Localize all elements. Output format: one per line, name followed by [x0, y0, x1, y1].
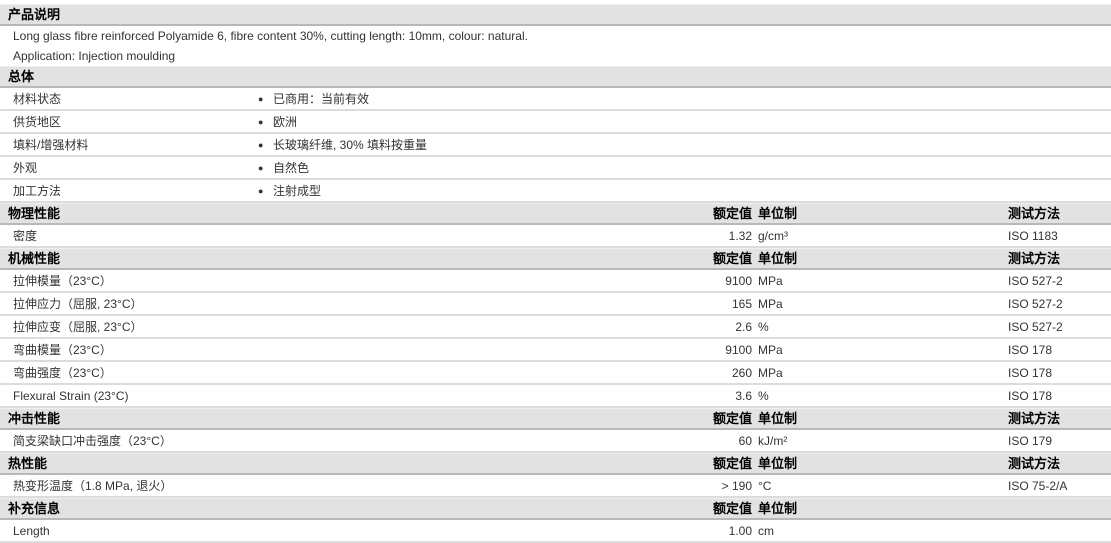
property-row: Flexural Strain (23°C) 3.6% ISO 178: [0, 385, 1111, 408]
property-label: 外观: [13, 161, 38, 175]
property-unit: MPa: [758, 366, 783, 380]
bullet-icon: ●: [258, 186, 264, 196]
property-value: 注射成型: [273, 184, 322, 198]
property-label: 简支梁缺口冲击强度（23°C）: [13, 434, 172, 448]
section-title: 补充信息: [8, 501, 61, 516]
property-unit: kJ/m²: [758, 434, 788, 448]
column-header-method: 测试方法: [1008, 456, 1061, 471]
section-header: 补充信息 额定值 单位制: [0, 498, 1111, 520]
test-method: ISO 527-2: [1008, 297, 1063, 311]
bullet-icon: ●: [258, 94, 264, 104]
property-label: 拉伸应力（屈服, 23°C）: [13, 297, 143, 311]
property-unit: %: [758, 320, 769, 334]
property-row: 拉伸模量（23°C） 9100 MPa ISO 527-2: [0, 270, 1111, 293]
property-value: 60: [738, 434, 752, 448]
section-header: 物理性能 额定值 单位制 测试方法: [0, 203, 1111, 225]
property-label: Flexural Strain (23°C): [13, 389, 129, 403]
description-line: Application: Injection moulding: [13, 49, 176, 63]
property-unit: MPa: [758, 274, 783, 288]
property-label: 填料/增强材料: [13, 138, 89, 152]
property-label: 材料状态: [13, 92, 62, 106]
test-method: ISO 1183: [1008, 229, 1058, 243]
property-label: 密度: [13, 229, 38, 243]
property-unit: g/cm³: [758, 229, 788, 243]
property-row: 弯曲强度（23°C） 260 MPa ISO 178: [0, 362, 1111, 385]
property-label: 拉伸模量（23°C）: [13, 274, 112, 288]
property-value: 165: [731, 297, 752, 311]
property-value: 9100: [725, 343, 752, 357]
column-header-unit: 单位制: [758, 251, 798, 266]
column-header-value: 额定值: [712, 206, 752, 221]
general-row: 供货地区 ● 欧洲: [0, 111, 1111, 134]
general-row: 填料/增强材料 ● 长玻璃纤维, 30% 填料按重量: [0, 134, 1111, 157]
general-row: 材料状态 ● 已商用：当前有效: [0, 88, 1111, 111]
property-value: > 190: [721, 479, 752, 493]
column-header-method: 测试方法: [1008, 206, 1061, 221]
section-header-description: 产品说明: [0, 4, 1111, 26]
property-value: 自然色: [273, 161, 310, 175]
property-value: 9100: [725, 274, 752, 288]
test-method: ISO 75-2/A: [1008, 479, 1068, 493]
description-line: Long glass fibre reinforced Polyamide 6,…: [13, 29, 528, 43]
section-title: 物理性能: [8, 206, 61, 221]
property-unit: MPa: [758, 343, 783, 357]
property-value: 260: [731, 366, 752, 380]
test-method: ISO 178: [1008, 366, 1053, 380]
test-method: ISO 178: [1008, 343, 1053, 357]
bullet-icon: ●: [258, 163, 264, 173]
property-row: 拉伸应变（屈服, 23°C） 2.6% ISO 527-2: [0, 316, 1111, 339]
property-label: 弯曲强度（23°C）: [13, 366, 112, 380]
test-method: ISO 527-2: [1008, 320, 1063, 334]
property-row: 简支梁缺口冲击强度（23°C） 60 kJ/m² ISO 179: [0, 430, 1111, 453]
property-label: 弯曲模量（23°C）: [13, 343, 112, 357]
property-unit: MPa: [758, 297, 783, 311]
property-label: 热变形温度（1.8 MPa, 退火）: [13, 479, 173, 493]
property-value: 欧洲: [273, 115, 298, 129]
property-unit: °C: [758, 479, 772, 493]
property-row: 拉伸应力（屈服, 23°C） 165 MPa ISO 527-2: [0, 293, 1111, 316]
property-label: 拉伸应变（屈服, 23°C）: [13, 320, 143, 334]
property-unit: cm: [758, 524, 774, 538]
bullet-icon: ●: [258, 117, 264, 127]
column-header-value: 额定值: [712, 251, 752, 266]
column-header-unit: 单位制: [758, 501, 798, 516]
general-row: 外观 ● 自然色: [0, 157, 1111, 180]
property-label: Length: [13, 524, 50, 538]
column-header-unit: 单位制: [758, 456, 798, 471]
property-value: 1.32: [728, 229, 752, 243]
section-title: 冲击性能: [8, 411, 61, 426]
test-method: ISO 178: [1008, 389, 1053, 403]
column-header-value: 额定值: [712, 411, 752, 426]
section-header: 冲击性能 额定值 单位制 测试方法: [0, 408, 1111, 430]
column-header-value: 额定值: [712, 456, 752, 471]
column-header-method: 测试方法: [1008, 411, 1061, 426]
section-header: 热性能 额定值 单位制 测试方法: [0, 453, 1111, 475]
datasheet: 产品说明 Long glass fibre reinforced Polyami…: [0, 0, 1111, 543]
bullet-icon: ●: [258, 140, 264, 150]
property-unit: %: [758, 389, 769, 403]
property-row: 密度 1.32 g/cm³ ISO 1183: [0, 225, 1111, 248]
test-method: ISO 179: [1008, 434, 1053, 448]
property-value: 已商用：当前有效: [273, 92, 370, 106]
column-header-value: 额定值: [712, 501, 752, 516]
property-label: 加工方法: [13, 184, 62, 198]
property-value: 长玻璃纤维, 30% 填料按重量: [273, 138, 428, 152]
column-header-unit: 单位制: [758, 411, 798, 426]
property-row: Length 1.00 cm: [0, 520, 1111, 543]
test-method: ISO 527-2: [1008, 274, 1063, 288]
property-value: 2.6: [735, 320, 752, 334]
section-header: 机械性能 额定值 单位制 测试方法: [0, 248, 1111, 270]
column-header-unit: 单位制: [758, 206, 798, 221]
column-header-method: 测试方法: [1008, 251, 1061, 266]
property-row: 热变形温度（1.8 MPa, 退火） > 190 °C ISO 75-2/A: [0, 475, 1111, 498]
property-row: 弯曲模量（23°C） 9100 MPa ISO 178: [0, 339, 1111, 362]
property-value: 1.00: [728, 524, 752, 538]
general-row: 加工方法 ● 注射成型: [0, 180, 1111, 203]
property-label: 供货地区: [13, 115, 62, 129]
section-header-general: 总体: [0, 66, 1111, 88]
property-value: 3.6: [735, 389, 752, 403]
section-title: 机械性能: [8, 251, 61, 266]
section-title: 热性能: [8, 456, 48, 471]
